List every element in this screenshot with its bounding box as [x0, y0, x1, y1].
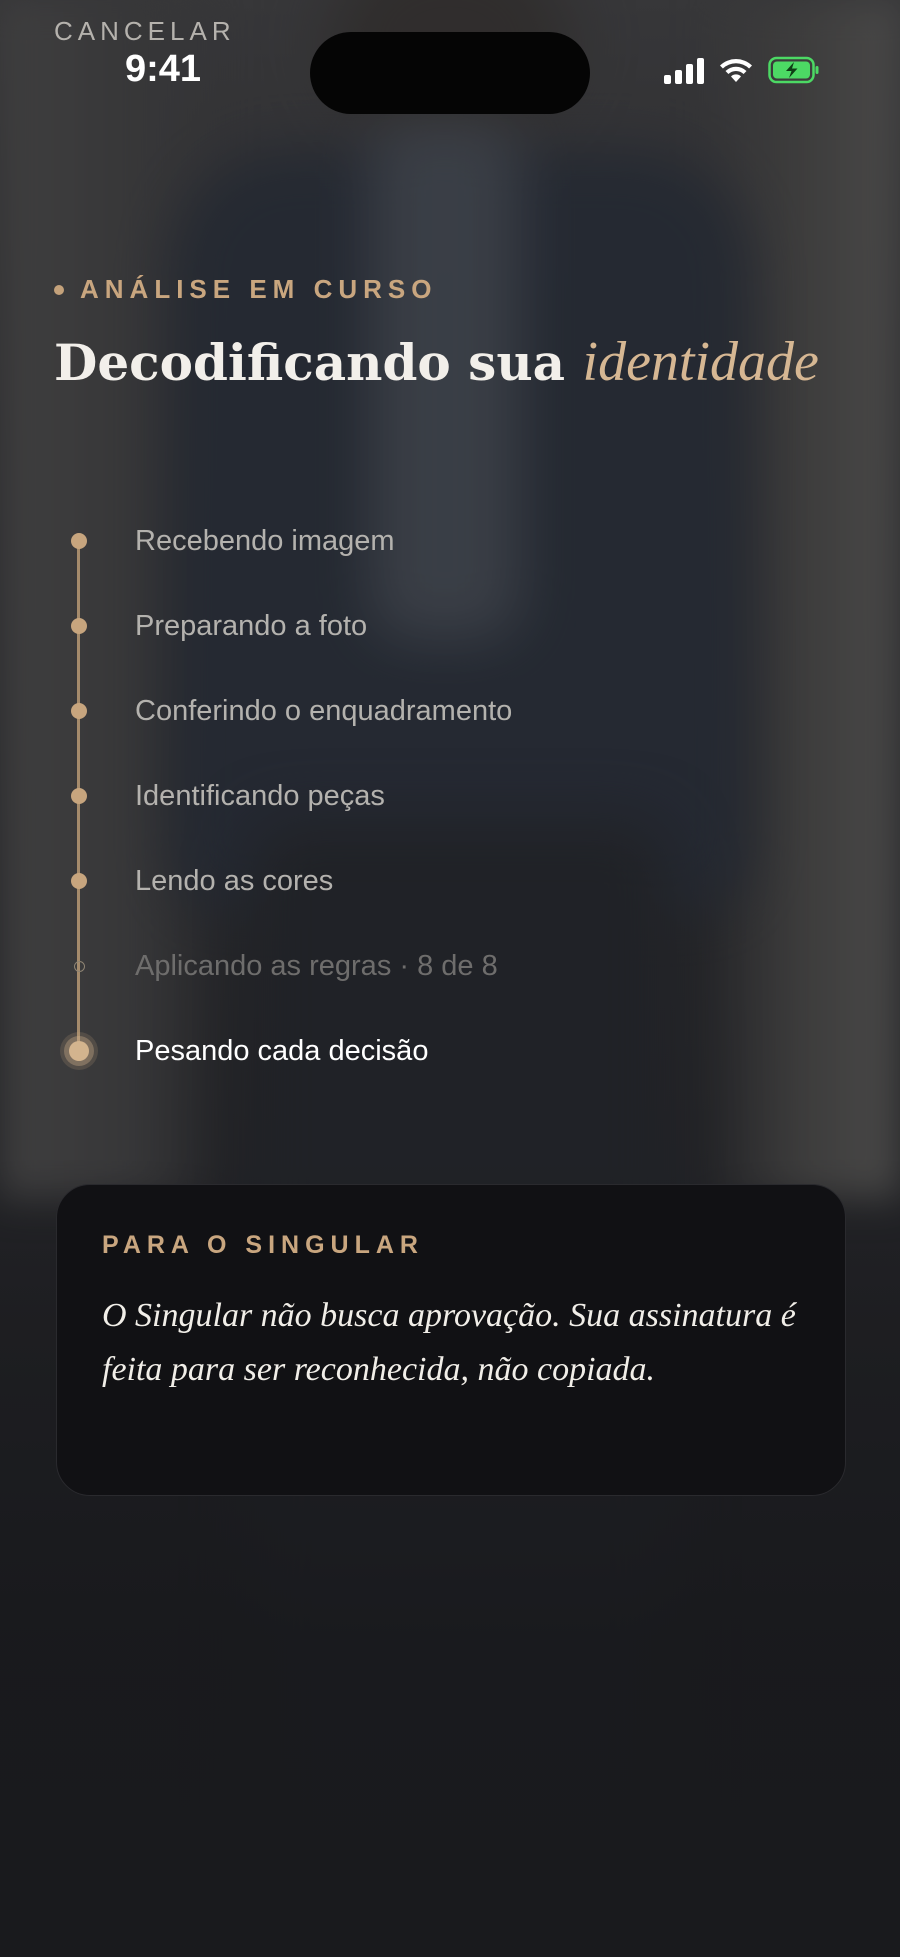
step-complete-icon [60, 692, 98, 730]
card-eyebrow: PARA O SINGULAR [102, 1231, 424, 1259]
timeline-step: Identificando peças [60, 766, 760, 826]
step-pending-icon [60, 947, 98, 985]
step-complete-icon [60, 777, 98, 815]
step-label: Recebendo imagem [135, 524, 395, 557]
section-eyebrow: ANÁLISE EM CURSO [54, 274, 437, 305]
wifi-icon [718, 56, 754, 84]
title-accent: identidade [582, 331, 819, 393]
step-label: Identificando peças [135, 779, 385, 812]
step-complete-icon [60, 522, 98, 560]
timeline-step: Conferindo o enquadramento [60, 681, 760, 741]
step-label: Conferindo o enquadramento [135, 694, 513, 727]
cellular-signal-icon [664, 56, 704, 84]
page-title: Decodificando sua identidade [54, 330, 819, 394]
eyebrow-label: ANÁLISE EM CURSO [80, 274, 438, 304]
card-quote: O Singular não busca aprovação. Sua assi… [102, 1297, 796, 1388]
analysis-screen: CANCELAR 9:41 ANÁLISE EM CURSO Decodific… [0, 0, 900, 1957]
timeline-step: Preparando a foto [60, 596, 760, 656]
step-label: Pesando cada decisão [135, 1034, 429, 1067]
step-complete-icon [60, 607, 98, 645]
timeline-step: Lendo as cores [60, 851, 760, 911]
timeline-step: Recebendo imagem [60, 511, 760, 571]
timeline-step-active: Pesando cada decisão [60, 1021, 760, 1081]
quote-card: PARA O SINGULAR O Singular não busca apr… [56, 1184, 846, 1496]
title-main: Decodificando sua [54, 333, 566, 392]
status-icons [664, 56, 820, 84]
eyebrow-dot-icon [54, 284, 64, 295]
step-complete-icon [60, 862, 98, 900]
dynamic-island [310, 32, 590, 114]
step-active-icon [60, 1032, 98, 1070]
step-label: Aplicando as regras · 8 de 8 [135, 949, 498, 982]
timeline-step: Aplicando as regras · 8 de 8 [60, 936, 760, 996]
status-time: 9:41 [125, 48, 202, 90]
step-label: Lendo as cores [135, 864, 334, 897]
cancel-button[interactable]: CANCELAR [54, 16, 236, 47]
step-label: Preparando a foto [135, 609, 368, 642]
battery-charging-icon [768, 56, 820, 84]
